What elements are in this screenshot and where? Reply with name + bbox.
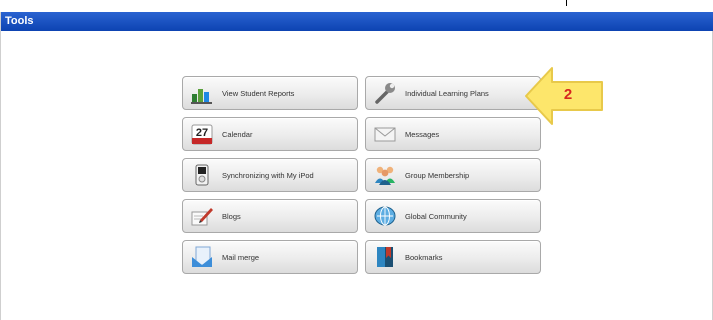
bookmarks-icon xyxy=(377,247,393,267)
envelope-icon xyxy=(374,127,396,142)
tile-label: Global Community xyxy=(405,211,467,221)
tile-label: Group Membership xyxy=(405,170,470,180)
ipod-icon xyxy=(195,164,209,186)
svg-text:27: 27 xyxy=(196,127,208,139)
mail-merge-button[interactable]: Mail merge xyxy=(182,240,358,274)
panel-title: Tools xyxy=(1,12,713,31)
globe-icon xyxy=(374,206,396,226)
tile-label: Blogs xyxy=(222,211,241,221)
blog-pen-icon xyxy=(191,208,213,226)
calendar-icon: 27 xyxy=(191,124,213,145)
messages-button[interactable]: Messages xyxy=(365,117,541,151)
tile-label: Messages xyxy=(405,129,440,139)
mail-merge-icon xyxy=(192,246,212,267)
group-icon xyxy=(375,166,395,185)
top-strip xyxy=(0,0,713,12)
tools-panel: Tools View Student Reports Individual Le… xyxy=(0,12,713,320)
calendar-button[interactable]: 27 Calendar xyxy=(182,117,358,151)
tile-label: Bookmarks xyxy=(405,252,443,262)
tile-label: Individual Learning Plans xyxy=(405,88,489,98)
group-membership-button[interactable]: Group Membership xyxy=(365,158,541,192)
tile-label: View Student Reports xyxy=(222,88,295,98)
wrench-icon xyxy=(375,83,395,104)
blogs-button[interactable]: Blogs xyxy=(182,199,358,233)
synchronizing-with-my-ipod-button[interactable]: Synchronizing with My iPod xyxy=(182,158,358,192)
global-community-button[interactable]: Global Community xyxy=(365,199,541,233)
view-student-reports-button[interactable]: View Student Reports xyxy=(182,76,358,110)
reports-icon xyxy=(191,89,212,104)
tile-label: Mail merge xyxy=(222,252,260,262)
bookmarks-button[interactable]: Bookmarks xyxy=(365,240,541,274)
tile-label: Synchronizing with My iPod xyxy=(222,170,314,180)
divider-tick xyxy=(566,0,567,6)
individual-learning-plans-button[interactable]: Individual Learning Plans xyxy=(365,76,541,110)
step-number: 2 xyxy=(563,86,573,103)
tile-label: Calendar xyxy=(222,129,253,139)
